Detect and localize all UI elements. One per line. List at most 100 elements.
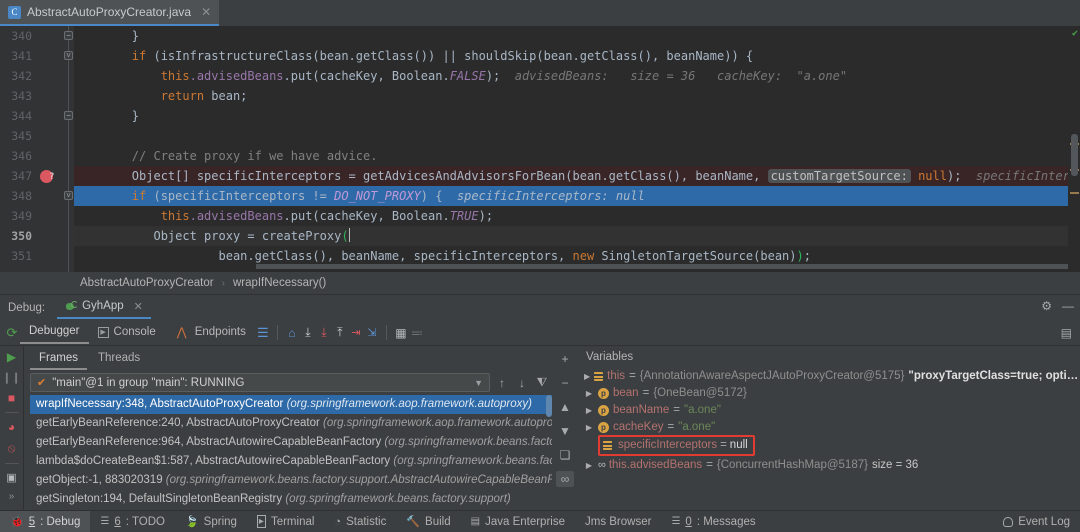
layout-icon[interactable]: ☰ xyxy=(255,325,271,341)
code-line-351: bean.getClass(), beanName, specificInter… xyxy=(218,249,811,263)
code-line-348-executing: if (specificInterceptors != DO_NOT_PROXY… xyxy=(74,186,1080,206)
show-execution-point-icon[interactable]: ⌂ xyxy=(284,325,300,341)
scrollbar-thumb[interactable] xyxy=(1071,134,1078,176)
chevron-down-icon[interactable]: ▼ xyxy=(474,378,483,388)
gutter-row: 350 xyxy=(0,226,74,246)
step-over-icon[interactable]: ⤓ xyxy=(300,325,316,341)
view-breakpoints-icon[interactable]: ◕ xyxy=(8,420,15,434)
stack-frame-row[interactable]: getSingleton:194, DefaultSingletonBeanRe… xyxy=(30,490,552,509)
chevron-down-icon[interactable]: ˅ xyxy=(64,51,73,60)
scrollbar-thumb[interactable] xyxy=(546,395,552,417)
breadcrumb-method[interactable]: wrapIfNecessary() xyxy=(233,277,326,289)
breadcrumb-class[interactable]: AbstractAutoProxyCreator xyxy=(80,277,214,289)
horizontal-scrollbar-editor[interactable] xyxy=(256,264,1080,269)
restore-layout-icon[interactable]: ≕ xyxy=(409,325,425,341)
evaluate-expression-icon[interactable]: ▦ xyxy=(393,325,409,341)
tab-debugger[interactable]: Debugger xyxy=(20,321,89,344)
debug-session-tab[interactable]: GyhApp ✕ xyxy=(57,297,151,319)
step-out-icon[interactable]: ⤒ xyxy=(332,325,348,341)
editor-tab-label: AbstractAutoProxyCreator.java xyxy=(27,5,192,19)
variable-row-this[interactable]: ▶ this = {AnnotationAwareAspectJAutoProx… xyxy=(582,368,1080,385)
move-watch-down-icon[interactable]: ▼ xyxy=(556,423,574,439)
breadcrumb: AbstractAutoProxyCreator › wrapIfNecessa… xyxy=(0,272,1080,294)
status-item-debug[interactable]: 🐞 5: Debug xyxy=(0,510,91,532)
stack-frame-row[interactable]: lambda$doCreateBean$1:587, AbstractAutow… xyxy=(30,452,552,471)
editor-vertical-scrollbar[interactable]: ✔ xyxy=(1068,26,1080,272)
scrollbar-marker xyxy=(1070,192,1079,194)
move-up-icon[interactable]: ↑ xyxy=(494,376,510,390)
mute-breakpoints-icon[interactable]: ⦸ xyxy=(8,441,16,456)
line-number: 340 xyxy=(11,29,32,43)
settings-layout-icon[interactable]: ▤ xyxy=(1061,326,1072,340)
status-item-java-enterprise[interactable]: ▤ Java Enterprise xyxy=(461,511,575,532)
tab-frames[interactable]: Frames xyxy=(30,349,87,370)
copy-value-icon[interactable]: ❏ xyxy=(556,447,574,463)
status-item-terminal[interactable]: ▸ Terminal xyxy=(247,511,325,532)
code-editor[interactable]: 340 − 341 ˅ 342 343 344 − 345 346 347 ? … xyxy=(0,26,1080,272)
expand-triangle-icon[interactable]: ▶ xyxy=(584,419,594,436)
variable-row-bean[interactable]: ▶ p bean = {OneBean@5172} xyxy=(582,385,1080,402)
status-item-messages[interactable]: ☰ 0: Messages xyxy=(661,511,765,532)
fold-minus-icon[interactable]: − xyxy=(64,31,73,40)
step-into-icon[interactable]: ⤓ xyxy=(316,325,332,341)
stop-icon[interactable]: ■ xyxy=(8,391,15,405)
screenshot-icon[interactable]: ▣ xyxy=(6,471,16,484)
stack-frame-row[interactable]: getEarlyBeanReference:964, AbstractAutow… xyxy=(30,433,552,452)
status-item-statistic[interactable]: ◔ Statistic xyxy=(324,511,396,532)
gutter-row: 341 ˅ xyxy=(0,46,74,66)
chevron-down-icon[interactable]: ˅ xyxy=(64,191,73,200)
breakpoint-icon[interactable] xyxy=(40,170,54,183)
gear-icon[interactable]: ⚙ xyxy=(1041,299,1052,313)
stack-frame-package: (org.springframework.beans.factory.suppo… xyxy=(393,455,552,467)
stack-frame-package: (org.springframework.beans.factory.suppo… xyxy=(384,436,552,448)
pause-program-icon[interactable]: ❙❙ xyxy=(2,371,20,384)
field-icon xyxy=(594,371,604,382)
add-watch-icon[interactable]: + xyxy=(556,351,574,367)
close-icon[interactable]: ✕ xyxy=(201,5,211,19)
rerun-icon[interactable]: ⟳ xyxy=(4,325,20,341)
fold-minus-icon[interactable]: − xyxy=(64,111,73,120)
editor-tab-abstractautoproxycreator[interactable]: C AbstractAutoProxyCreator.java ✕ xyxy=(0,0,220,26)
stack-frame-list[interactable]: wrapIfNecessary:348, AbstractAutoProxyCr… xyxy=(30,395,552,513)
tab-endpoints[interactable]: ⋀ Endpoints xyxy=(165,320,255,345)
thread-selector[interactable]: ✔ "main"@1 in group "main": RUNNING ▼ xyxy=(30,373,490,392)
remove-watch-icon[interactable]: − xyxy=(556,375,574,391)
close-icon[interactable]: ✕ xyxy=(134,300,143,313)
variables-list[interactable]: ▶ this = {AnnotationAwareAspectJAutoProx… xyxy=(578,368,1080,522)
stack-frame-row[interactable]: getEarlyBeanReference:240, AbstractAutoP… xyxy=(30,414,552,433)
variable-row-beanname[interactable]: ▶ p beanName = "a.one" xyxy=(582,402,1080,419)
expand-triangle-icon[interactable]: ▶ xyxy=(584,402,594,419)
variable-row-specificinterceptors[interactable]: ▶ specificInterceptors = null xyxy=(582,435,1080,456)
stack-frame-row[interactable]: wrapIfNecessary:348, AbstractAutoProxyCr… xyxy=(30,395,552,414)
move-down-icon[interactable]: ↓ xyxy=(514,376,530,390)
code-text-area[interactable]: } if (isInfrastructureClass(bean.getClas… xyxy=(74,26,1080,272)
variable-equals: = xyxy=(642,387,650,399)
status-item-spring[interactable]: 🍃 Spring xyxy=(175,511,247,532)
more-icon[interactable]: » xyxy=(9,491,15,502)
variable-row-advisedbeans[interactable]: ▶ ∞ this.advisedBeans = {ConcurrentHashM… xyxy=(582,457,1080,474)
stack-frame-row[interactable]: getObject:-1, 883020319 (org.springframe… xyxy=(30,471,552,490)
stack-vertical-scrollbar[interactable] xyxy=(546,395,552,513)
stack-frame-method: wrapIfNecessary:348, AbstractAutoProxyCr… xyxy=(36,398,287,410)
resume-program-icon[interactable]: ▶ xyxy=(7,350,16,364)
move-watch-up-icon[interactable]: ▲ xyxy=(556,399,574,415)
force-step-into-icon[interactable]: ⇥ xyxy=(348,325,364,341)
tab-threads[interactable]: Threads xyxy=(89,349,149,370)
run-to-cursor-icon[interactable]: ⇲ xyxy=(364,325,380,341)
editor-gutter[interactable]: 340 − 341 ˅ 342 343 344 − 345 346 347 ? … xyxy=(0,26,74,272)
expand-triangle-icon[interactable]: ▶ xyxy=(584,368,590,385)
status-item-jms-browser[interactable]: Jms Browser xyxy=(575,511,661,532)
filter-icon[interactable]: ⧨ xyxy=(534,375,550,390)
status-item-build[interactable]: 🔨 Build xyxy=(396,511,460,532)
status-item-event-log[interactable]: Event Log xyxy=(1003,516,1080,528)
code-line-342: this.advisedBeans.put(cacheKey, Boolean.… xyxy=(160,69,848,83)
inline-watches-icon[interactable]: ∞ xyxy=(556,471,574,487)
stack-frame-method: getEarlyBeanReference:240, AbstractAutoP… xyxy=(36,417,324,429)
status-item-todo[interactable]: ☰ 6: TODO xyxy=(90,511,175,532)
variable-row-cachekey[interactable]: ▶ p cacheKey = "a.one" xyxy=(582,419,1080,436)
inline-param-hint-customtargetsource: customTargetSource: xyxy=(767,169,911,183)
expand-triangle-icon[interactable]: ▶ xyxy=(584,457,594,474)
expand-triangle-icon[interactable]: ▶ xyxy=(584,385,594,402)
minimize-icon[interactable]: — xyxy=(1062,299,1074,313)
tab-console[interactable]: ▶ Console xyxy=(89,322,165,343)
